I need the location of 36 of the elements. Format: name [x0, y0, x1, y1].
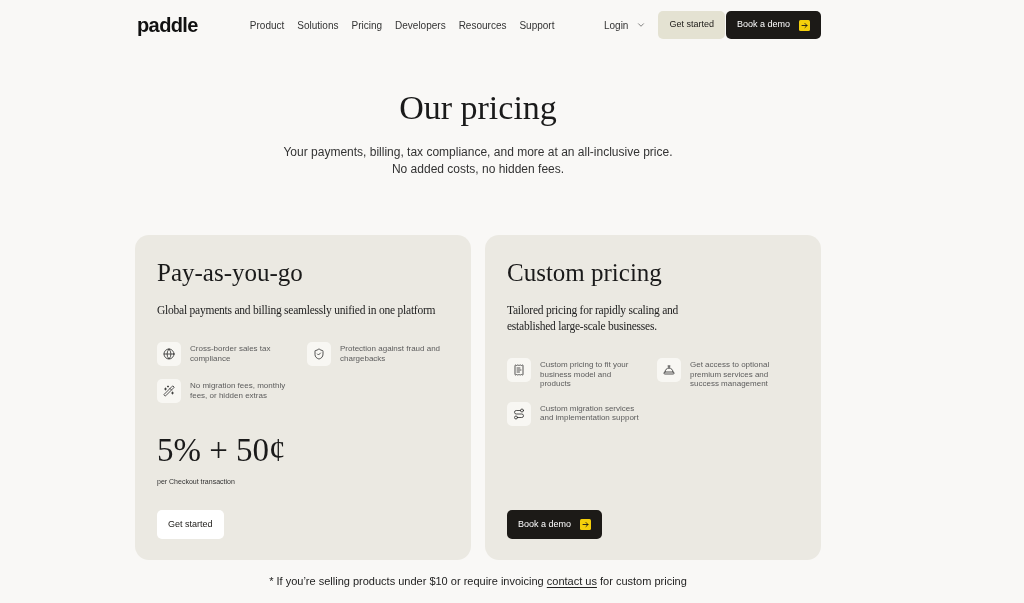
get-started-button[interactable]: Get started	[157, 510, 224, 539]
nav-link[interactable]: Solutions	[297, 17, 339, 33]
footnote: * If you’re selling products under $10 or require invoicing contact us for custom pricing	[268, 574, 688, 589]
shield-check-icon	[307, 342, 331, 366]
service-bell-icon	[657, 358, 681, 382]
feature-text: Get access to optional premium services and success management	[690, 360, 771, 389]
book-demo-button[interactable]: Book a demo	[507, 510, 603, 539]
nav-link[interactable]: Developers	[395, 17, 446, 33]
chevron-down-icon[interactable]	[636, 20, 647, 30]
page-subtitle: Your payments, billing, tax compliance, and more at an all-inclusive price. No added costs, no hidden fees.	[283, 144, 673, 178]
feature-text: Custom migration services and implementation support	[540, 403, 640, 423]
feature-text: Custom pricing to fit your business model and products	[540, 360, 630, 389]
get-started-button[interactable]: Get started	[658, 11, 725, 39]
page-title: Our pricing	[399, 88, 557, 128]
nav-link[interactable]: Support	[519, 17, 555, 33]
nav-link[interactable]: Product	[249, 17, 285, 33]
globe-icon	[157, 342, 181, 366]
feature-text: Protection against fraud and chargebacks	[340, 344, 442, 363]
feature-text: No migration fees, monthly fees, or hidden extras	[190, 381, 287, 400]
receipt-icon	[507, 358, 531, 382]
plan-title: Pay-as-you-go	[157, 258, 303, 288]
plan-description: Global payments and billing seamlessly unified in one platform	[157, 303, 437, 318]
logo[interactable]: paddle	[137, 15, 198, 35]
plan-description: Tailored pricing for rapidly scaling and established large-scale businesses.	[507, 303, 680, 334]
nav-link[interactable]: Resources	[458, 17, 507, 33]
book-demo-button[interactable]: Book a demo	[725, 11, 821, 39]
price: 5% + 50¢	[157, 431, 286, 470]
feature-text: Cross-border sales tax compliance	[190, 344, 272, 363]
route-icon	[507, 401, 531, 426]
plan-title: Custom pricing	[507, 258, 662, 288]
contact-link[interactable]: contact us	[546, 575, 597, 587]
arrow-right-icon	[799, 19, 810, 31]
magic-wand-icon	[157, 379, 181, 403]
login-link[interactable]: Login	[603, 17, 629, 33]
nav-link[interactable]: Pricing	[351, 17, 383, 33]
arrow-right-icon	[580, 519, 592, 530]
